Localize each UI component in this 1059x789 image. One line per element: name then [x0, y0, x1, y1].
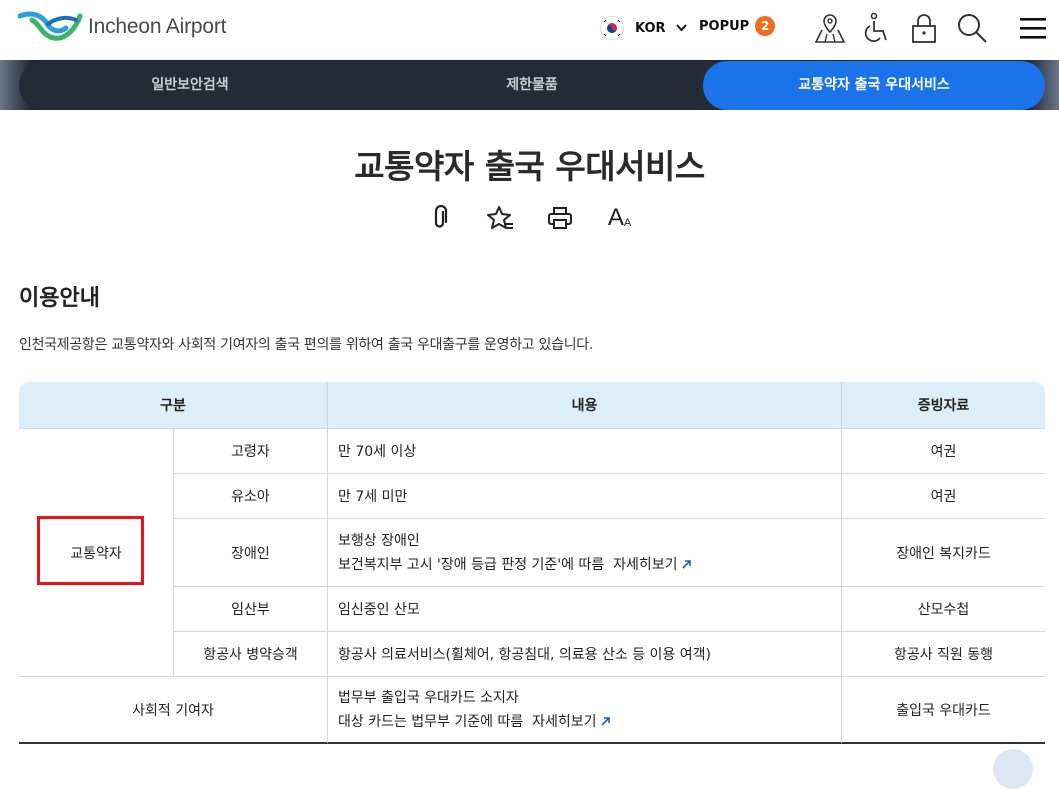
- korea-flag-icon: [600, 16, 624, 40]
- proof-cell: 여권: [841, 428, 1045, 473]
- proof-cell: 항공사 직원 동행: [841, 631, 1045, 676]
- highlight-box: [37, 516, 144, 585]
- content-cell: 만 70세 이상: [327, 428, 841, 473]
- tab-restricted-items[interactable]: 제한물품: [361, 61, 703, 110]
- content-text: 보건복지부 고시 '장애 등급 판정 기준'에 따름: [338, 556, 605, 573]
- header-category: 구분: [19, 382, 327, 428]
- table-header-row: 구분 내용 증빙자료: [19, 382, 1045, 428]
- proof-cell: 출입국 우대카드: [841, 676, 1045, 744]
- header-proof: 증빙자료: [841, 382, 1045, 428]
- table-row: 사회적 기여자 법무부 출입국 우대카드 소지자 대상 카드는 법무부 기준에 …: [19, 676, 1045, 744]
- font-size-icon[interactable]: AA: [605, 203, 635, 233]
- detail-link[interactable]: 자세히보기: [532, 714, 610, 730]
- incheon-airport-logo[interactable]: Incheon Airport: [18, 10, 226, 44]
- popup-label: POPUP: [699, 18, 750, 34]
- clip-icon[interactable]: [425, 203, 455, 233]
- font-size-label-small: A: [623, 217, 632, 229]
- intro-text: 인천국제공항은 교통약자와 사회적 기여자의 출국 편의를 위하여 출국 우대출…: [19, 337, 594, 353]
- lock-icon[interactable]: [910, 12, 938, 44]
- content-cell: 임신중인 산모: [327, 586, 841, 631]
- external-link-arrow-icon: [682, 559, 691, 569]
- favorite-star-icon[interactable]: [485, 203, 515, 233]
- category-cell: 임산부: [173, 586, 327, 631]
- chevron-down-icon: [675, 24, 687, 32]
- hamburger-menu-icon[interactable]: [1020, 16, 1046, 40]
- table-row: 항공사 병약승객 항공사 의료서비스(휠체어, 항공침대, 의료용 산소 등 이…: [19, 631, 1045, 676]
- content-text: 대상 카드는 법무부 기준에 따름: [338, 713, 524, 730]
- proof-cell: 여권: [841, 473, 1045, 518]
- content-cell: 보행상 장애인 보건복지부 고시 '장애 등급 판정 기준'에 따름 자세히보기: [327, 518, 841, 586]
- proof-cell: 장애인 복지카드: [841, 518, 1045, 586]
- tab-bar: 일반보안검색 제한물품 교통약자 출국 우대서비스: [19, 61, 1045, 110]
- airport-logo-icon: [18, 11, 83, 41]
- logo-text: Incheon Airport: [88, 15, 227, 38]
- eligibility-table: 구분 내용 증빙자료 교통약자 고령자 만 70세 이상 여권 유소아 만 7세…: [19, 382, 1045, 744]
- font-size-label: A: [607, 204, 624, 231]
- tab-general-security[interactable]: 일반보안검색: [19, 61, 361, 110]
- header-content: 내용: [327, 382, 841, 428]
- category-cell: 장애인: [173, 518, 327, 586]
- search-icon[interactable]: [956, 12, 988, 44]
- content-line-with-link: 보건복지부 고시 '장애 등급 판정 기준'에 따름 자세히보기: [338, 553, 831, 577]
- content-line: 법무부 출입국 우대카드 소지자: [338, 689, 519, 706]
- table-row: 교통약자 고령자 만 70세 이상 여권: [19, 428, 1045, 562]
- detail-link[interactable]: 자세히보기: [613, 557, 691, 573]
- content-line: 보행상 장애인: [338, 532, 420, 549]
- category-cell: 고령자: [173, 428, 327, 473]
- map-pin-icon[interactable]: [813, 12, 847, 44]
- table-row: 장애인 보행상 장애인 보건복지부 고시 '장애 등급 판정 기준'에 따름 자…: [19, 518, 1045, 586]
- detail-link-label: 자세히보기: [532, 713, 597, 730]
- proof-cell: 산모수첩: [841, 586, 1045, 631]
- page-tools: AA: [0, 203, 1059, 233]
- table-row: 임산부 임신중인 산모 산모수첩: [19, 586, 1045, 631]
- content-cell: 법무부 출입국 우대카드 소지자 대상 카드는 법무부 기준에 따름 자세히보기: [327, 676, 841, 744]
- page-title: 교통약자 출국 우대서비스: [354, 147, 705, 186]
- popup-count-badge: 2: [755, 16, 776, 36]
- popup-button[interactable]: POPUP 2: [699, 16, 776, 36]
- content-cell: 만 7세 미만: [327, 473, 841, 518]
- site-header: Incheon Airport KOR POPUP 2: [0, 0, 1059, 60]
- external-link-arrow-icon: [601, 716, 610, 726]
- language-selector[interactable]: KOR: [600, 16, 687, 40]
- table-row: 유소아 만 7세 미만 여권: [19, 473, 1045, 518]
- tab-priority-service[interactable]: 교통약자 출국 우대서비스: [703, 61, 1045, 110]
- accessibility-icon[interactable]: [863, 12, 891, 44]
- content-cell: 항공사 의료서비스(휠체어, 항공침대, 의료용 산소 등 이용 여객): [327, 631, 841, 676]
- category-cell: 항공사 병약승객: [173, 631, 327, 676]
- section-title: 이용안내: [19, 286, 100, 311]
- category-cell: 사회적 기여자: [19, 676, 327, 744]
- print-icon[interactable]: [545, 203, 575, 233]
- content-line-with-link: 대상 카드는 법무부 기준에 따름 자세히보기: [338, 710, 831, 734]
- scroll-top-button[interactable]: [993, 749, 1033, 789]
- category-cell: 유소아: [173, 473, 327, 518]
- language-label: KOR: [635, 20, 666, 36]
- detail-link-label: 자세히보기: [613, 556, 678, 573]
